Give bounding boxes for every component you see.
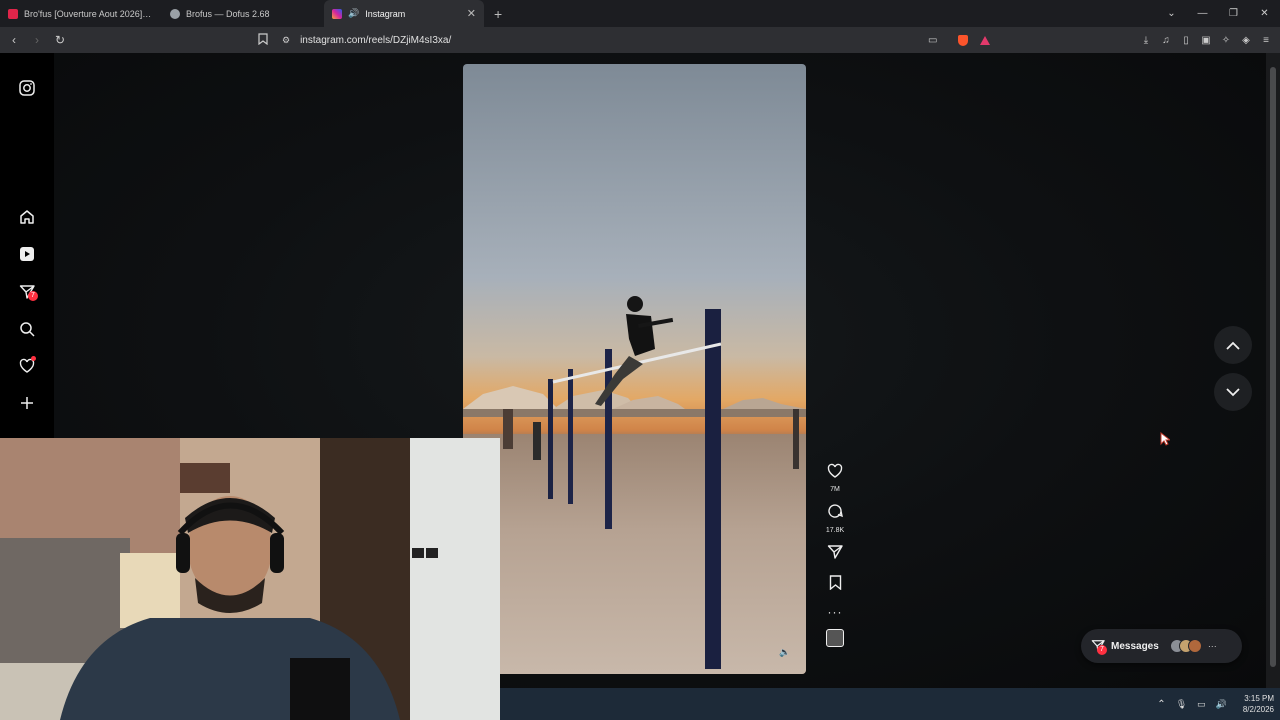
reel-video-frame [463,64,806,674]
messages-bar[interactable]: 7 Messages ··· [1081,629,1242,663]
instagram-logo-icon[interactable] [18,79,36,97]
speaker-icon[interactable]: 🔊 [348,8,359,19]
more-options-icon[interactable]: ··· [828,605,843,619]
tab-bar: Bro'fus [Ouverture Aout 2026]-2.68-D Bro… [0,0,1280,27]
volume-icon[interactable]: 🔊 [1216,699,1227,710]
home-icon[interactable] [18,208,36,226]
save-action[interactable] [820,575,850,595]
tab-favicon [8,8,18,19]
close-tab-icon[interactable]: ✕ [467,7,476,20]
create-icon[interactable] [18,394,36,412]
reload-icon[interactable]: ↻ [50,33,70,47]
window-controls: ⌄ — ❐ ✕ [1156,0,1280,27]
mouse-cursor-icon [1160,431,1172,451]
webcam-feed [0,438,500,720]
mute-icon[interactable]: 🔈 [779,647,790,658]
clock-time: 3:15 PM [1244,694,1274,703]
clock-date: 8/2/2026 [1242,705,1274,714]
messages-icon: 7 [1091,639,1107,655]
tab-title: Instagram [365,8,406,19]
browser-tab-brofus-store[interactable]: Bro'fus [Ouverture Aout 2026]-2.68-D [0,0,162,27]
audio-action[interactable] [820,629,850,647]
download-icon[interactable]: ⤓ [1140,34,1152,46]
notifications-icon[interactable] [18,356,36,375]
back-icon[interactable]: ‹ [4,33,24,47]
chevron-up-icon[interactable]: ⌃ [1157,699,1165,710]
system-tray: ⌃ 🎙 ▭ 🔊 3:15 PM 8/2/2026 [1157,688,1274,720]
more-icon: ··· [1207,641,1217,651]
browser-tab-brofus[interactable]: Brofus — Dofus 2.68 [162,0,324,27]
more-action[interactable]: ··· [820,605,850,619]
messages-badge: 7 [28,291,38,301]
reel-actions: 7M 17.8K ··· [820,463,850,657]
messages-icon[interactable]: 7 [18,283,38,301]
sidebar-toggle-icon[interactable]: ▯ [1180,34,1192,46]
reels-icon[interactable] [18,245,36,263]
close-window-button[interactable]: ✕ [1249,8,1280,19]
messages-label: Messages [1111,640,1159,652]
address-bar[interactable]: ⚙ instagram.com/reels/DZjiM4sI3xa/ ▭ [258,29,1000,51]
menu-icon[interactable]: ≡ [1260,34,1272,46]
message-avatars [1169,639,1202,653]
brave-shields-icon[interactable] [958,34,968,46]
scrollbar-thumb[interactable] [1270,67,1276,667]
browser-toolbar: ‹ › ↻ ⚙ instagram.com/reels/DZjiM4sI3xa/… [0,27,1280,53]
site-info-icon[interactable]: ⚙ [282,35,290,46]
search-icon[interactable] [18,320,36,338]
like-action[interactable]: 7M [820,463,850,493]
cast-icon[interactable]: ▭ [928,35,937,46]
minimize-button[interactable]: — [1187,8,1218,19]
avatar [1187,639,1202,653]
leo-ai-icon[interactable]: ✧ [1220,34,1232,46]
audio-avatar[interactable] [826,629,844,647]
url-text: instagram.com/reels/DZjiM4sI3xa/ [300,34,452,46]
webcam-overlay [0,438,500,720]
browser-tab-instagram[interactable]: 🔊 Instagram ✕ [324,0,484,27]
bookmark-icon[interactable] [829,575,842,595]
tab-list-chevron-icon[interactable]: ⌄ [1156,8,1187,19]
previous-reel-button[interactable] [1214,326,1252,364]
new-tab-button[interactable]: + [484,6,512,22]
forward-icon[interactable]: › [27,33,47,47]
media-icon[interactable]: ♫ [1160,34,1172,46]
instagram-favicon [332,8,342,19]
microphone-icon[interactable]: 🎙 [1176,699,1187,710]
restore-button[interactable]: ❐ [1218,8,1249,19]
windows-taskbar: ⌃ 🎙 ▭ 🔊 3:15 PM 8/2/2026 [500,688,1280,720]
messages-badge: 7 [1097,645,1107,655]
chevron-down-icon [1226,387,1240,396]
notification-dot [31,356,36,361]
comment-count: 17.8K [825,527,845,534]
comment-action[interactable]: 17.8K [820,503,850,534]
tab-title: Bro'fus [Ouverture Aout 2026]-2.68-D [24,8,154,19]
tab-title: Brofus — Dofus 2.68 [186,8,270,19]
vpn-icon[interactable]: ◈ [1240,34,1252,46]
wallet-icon[interactable]: ▣ [1200,34,1212,46]
heart-icon[interactable] [827,463,843,483]
globe-icon [170,8,180,19]
share-icon[interactable] [827,544,843,565]
next-reel-button[interactable] [1214,373,1252,411]
chevron-up-icon [1226,341,1240,350]
like-count: 7M [830,486,840,493]
share-action[interactable] [820,544,850,565]
taskbar-clock[interactable]: 3:15 PM 8/2/2026 [1243,693,1274,715]
comment-icon[interactable] [827,503,843,524]
toolbar-right-icons: ⤓ ♫ ▯ ▣ ✧ ◈ ≡ [1140,27,1272,53]
reel-video[interactable]: 🔈 [463,64,806,674]
bookmark-icon[interactable] [258,32,268,48]
page-scrollbar[interactable] [1266,53,1280,688]
network-icon[interactable]: ▭ [1197,699,1206,710]
brave-rewards-icon[interactable] [980,35,990,45]
